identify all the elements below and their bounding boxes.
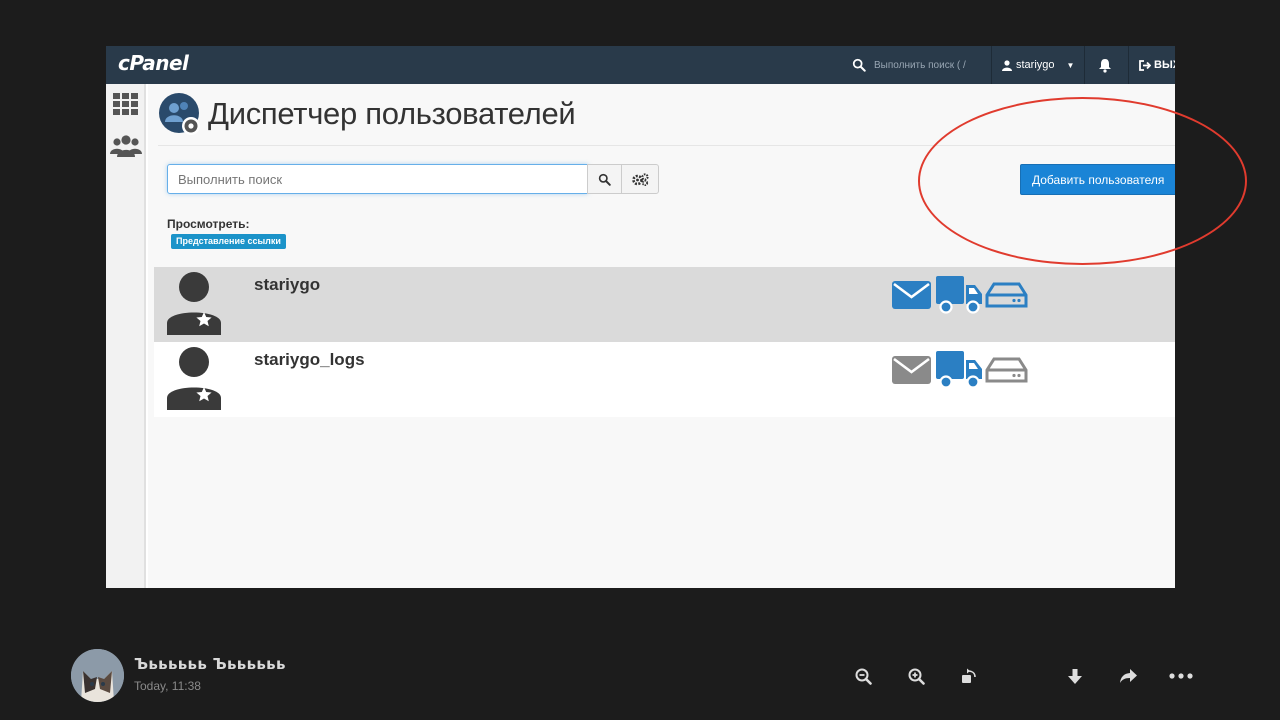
rotate-icon [962, 668, 976, 683]
truck-icon [936, 351, 982, 389]
user-menu[interactable]: stariygo ▼ [1002, 46, 1074, 84]
cpanel-topbar: cPanel Выполнить поиск ( / stariygo ▼ ВЫ… [106, 46, 1175, 84]
topbar-divider [991, 46, 992, 84]
message-timestamp: Today, 11:38 [134, 679, 201, 693]
view-label: Просмотреть: [167, 217, 250, 231]
webdisk-service[interactable] [985, 275, 1028, 315]
user-avatar-icon [166, 271, 224, 337]
envelope-icon [892, 281, 931, 309]
email-service[interactable] [892, 275, 931, 315]
user-row[interactable]: stariygo [154, 267, 1175, 342]
users-icon [110, 135, 142, 157]
search-input[interactable] [167, 164, 588, 194]
zoom-out-icon [855, 668, 872, 685]
notifications-button[interactable] [1098, 46, 1114, 84]
user-manager-nav[interactable] [110, 132, 142, 160]
empty-area [148, 417, 1175, 588]
user-icon [1002, 59, 1012, 71]
more-icon [1169, 673, 1193, 679]
user-name[interactable]: stariygo [254, 275, 320, 295]
cpanel-sidebar [106, 84, 146, 588]
apps-grid-button[interactable] [110, 90, 142, 118]
page-header: Диспетчер пользователей [158, 92, 576, 136]
main-content: Диспетчер пользователей Добавить пользов… [148, 84, 1175, 588]
user-row[interactable]: stariygo_logs [154, 342, 1175, 417]
logout-button[interactable]: ВЫХ [1139, 46, 1175, 84]
search-settings-button[interactable] [621, 164, 659, 194]
rotate-button[interactable] [957, 664, 981, 688]
user-name[interactable]: stariygo_logs [254, 350, 365, 370]
zoom-out-button[interactable] [851, 664, 875, 688]
view-mode-badge[interactable]: Представление ссылки [171, 234, 286, 249]
bell-icon [1099, 58, 1111, 73]
header-divider [158, 145, 1175, 146]
truck-icon [936, 276, 982, 314]
search-icon [598, 173, 611, 186]
cpanel-logo[interactable]: cPanel [118, 51, 189, 75]
share-icon [1119, 669, 1137, 683]
share-button[interactable] [1116, 664, 1140, 688]
zoom-in-icon [908, 668, 925, 685]
envelope-icon [892, 356, 931, 384]
add-user-button[interactable]: Добавить пользователя [1020, 164, 1175, 195]
logout-label: ВЫХ [1154, 59, 1175, 71]
gears-icon [631, 172, 649, 186]
topbar-search-placeholder: Выполнить поиск ( / [874, 59, 966, 71]
topbar-search[interactable]: Выполнить поиск ( / [852, 46, 992, 84]
user-manager-icon [158, 92, 202, 136]
chevron-down-icon: ▼ [1066, 60, 1075, 70]
page-title: Диспетчер пользователей [208, 96, 576, 131]
grid-icon [113, 93, 138, 115]
sender-avatar[interactable] [71, 649, 124, 702]
topbar-divider [1128, 46, 1129, 84]
user-avatar-icon [166, 346, 224, 412]
ftp-service[interactable] [936, 350, 982, 390]
username: stariygo [1016, 59, 1055, 71]
ftp-service[interactable] [936, 275, 982, 315]
webdisk-service[interactable] [985, 350, 1028, 390]
cpanel-screenshot: cPanel Выполнить поиск ( / stariygo ▼ ВЫ… [106, 46, 1175, 588]
hard-drive-icon [985, 282, 1028, 308]
topbar-divider [1084, 46, 1085, 84]
user-search [167, 164, 659, 194]
download-button[interactable] [1063, 664, 1087, 688]
hard-drive-icon [985, 357, 1028, 383]
zoom-in-button[interactable] [904, 664, 928, 688]
sender-name: Ъьььььь Ъьььььь [134, 655, 286, 673]
search-icon [852, 58, 866, 72]
more-options-button[interactable] [1169, 664, 1193, 688]
search-button[interactable] [587, 164, 622, 194]
download-icon [1068, 668, 1082, 684]
email-service[interactable] [892, 350, 931, 390]
logout-icon [1139, 59, 1151, 71]
